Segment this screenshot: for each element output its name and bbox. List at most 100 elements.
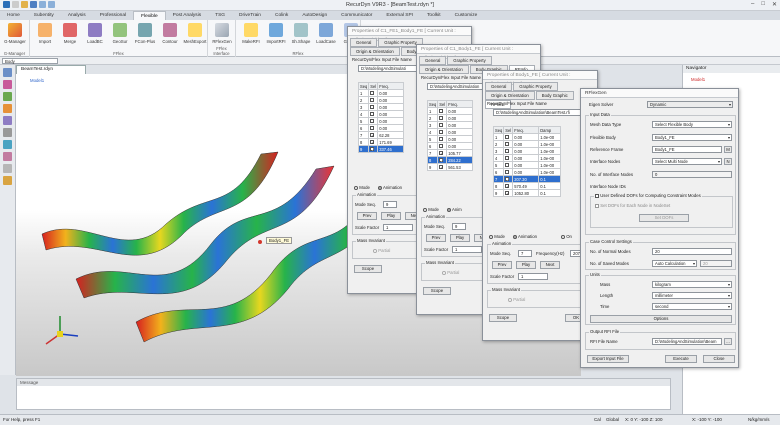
- mesh-type-select[interactable]: Select Flexible Body: [652, 121, 732, 128]
- scale-factor-field[interactable]: 1: [452, 246, 482, 253]
- set-dof-checkbox[interactable]: Set DOFs for Each Node in NodeSet: [595, 203, 670, 208]
- select-icon[interactable]: [3, 68, 12, 77]
- time-select[interactable]: second: [652, 303, 732, 310]
- sel-cell[interactable]: [503, 168, 514, 176]
- sel-checkbox[interactable]: [505, 135, 510, 140]
- mode-seq-field[interactable]: 9: [383, 201, 397, 208]
- table-row[interactable]: 5 0.00 1.0e-00: [492, 161, 562, 169]
- props3-mode-radio[interactable]: Mode: [489, 234, 505, 239]
- loadcase-button[interactable]: LoadCase: [314, 23, 338, 44]
- sel-checkbox[interactable]: ✓: [370, 133, 375, 138]
- sel-checkbox[interactable]: ✓: [439, 151, 444, 156]
- table-row[interactable]: 6 0.00: [426, 142, 474, 150]
- table-row[interactable]: 5 0.00: [426, 135, 474, 143]
- mode-seq-field[interactable]: 7: [518, 250, 532, 257]
- flexible-body-select[interactable]: Body1_FE: [652, 134, 732, 141]
- table-row[interactable]: 9 ✓ 561.53: [426, 163, 474, 171]
- prev-button[interactable]: Prev: [357, 212, 377, 220]
- options-button[interactable]: Options: [590, 315, 732, 323]
- sel-cell[interactable]: [368, 89, 379, 97]
- sel-checkbox[interactable]: [505, 163, 510, 168]
- length-select[interactable]: millimeter: [652, 292, 732, 299]
- sel-checkbox[interactable]: [370, 91, 375, 96]
- reference-frame-button[interactable]: M: [724, 146, 732, 153]
- scope-button[interactable]: Scope: [423, 287, 451, 295]
- sel-cell[interactable]: [368, 110, 379, 118]
- grid-icon[interactable]: [3, 164, 12, 173]
- props1-tab-0[interactable]: General: [350, 38, 378, 47]
- importrfi-button[interactable]: ImportRFI: [264, 23, 288, 44]
- table-row[interactable]: 8 ✓ 171.69: [357, 138, 405, 146]
- table-row[interactable]: 6 0.00 1.0e-00: [492, 168, 562, 176]
- sel-checkbox[interactable]: [370, 126, 375, 131]
- props3-tab-3[interactable]: Body Graphic: [535, 91, 574, 100]
- tab-flexible[interactable]: Flexible: [133, 11, 166, 20]
- sel-cell[interactable]: [368, 103, 379, 111]
- mode-seq-field[interactable]: 9: [452, 223, 466, 230]
- sel-cell[interactable]: ✓: [437, 149, 448, 157]
- gmanager-button[interactable]: G-Manager: [3, 23, 27, 44]
- props3-file-field[interactable]: D:\ModelingAndSimulation\BeamTest.rfi: [493, 109, 593, 116]
- close-icon[interactable]: ✕: [772, 1, 777, 8]
- play-button[interactable]: Play: [450, 234, 470, 242]
- sel-cell[interactable]: [437, 135, 448, 143]
- sel-cell[interactable]: [503, 133, 514, 141]
- props3-tab-0[interactable]: General: [485, 82, 513, 91]
- sel-checkbox[interactable]: [505, 156, 510, 161]
- table-row[interactable]: 1 0.00: [426, 107, 474, 115]
- sel-cell[interactable]: [437, 128, 448, 136]
- sel-cell[interactable]: [503, 147, 514, 155]
- table-row[interactable]: 2 0.00: [426, 114, 474, 122]
- prev-button[interactable]: Prev: [426, 234, 446, 242]
- sel-cell[interactable]: [437, 142, 448, 150]
- sel-cell[interactable]: ✓: [503, 189, 514, 197]
- table-row[interactable]: 4 0.00: [357, 110, 405, 118]
- scope-button[interactable]: Scope: [489, 314, 517, 322]
- sel-cell[interactable]: [437, 114, 448, 122]
- partial-radio[interactable]: Partial: [373, 248, 390, 253]
- table-row[interactable]: 2 0.00: [357, 96, 405, 104]
- sel-cell[interactable]: [437, 121, 448, 129]
- sel-cell[interactable]: [503, 154, 514, 162]
- user-dof-checkbox[interactable]: User Defined DOFs for Computing Constrai…: [594, 193, 702, 198]
- tab-autodesign[interactable]: AutoDesign: [295, 11, 334, 20]
- tab-home[interactable]: Home: [0, 11, 27, 20]
- table-row[interactable]: 3 0.00: [357, 103, 405, 111]
- props2-tab-0[interactable]: General: [419, 56, 447, 65]
- import-button[interactable]: Import: [33, 23, 57, 44]
- sel-checkbox[interactable]: [370, 119, 375, 124]
- table-row[interactable]: 3 0.00 1.0e-00: [492, 147, 562, 155]
- table-row[interactable]: 3 0.00: [426, 121, 474, 129]
- render-icon[interactable]: [3, 152, 12, 161]
- merge-button[interactable]: Merge: [58, 23, 82, 44]
- props2-anim-radio[interactable]: Anim: [447, 207, 462, 212]
- eigen-solver-select[interactable]: Dynamic: [647, 101, 733, 108]
- sel-checkbox[interactable]: [505, 170, 510, 175]
- interface-nodes-select[interactable]: Select Multi Node: [652, 158, 722, 165]
- props1-anim-radio[interactable]: Animation: [378, 185, 402, 190]
- normal-modes-field[interactable]: 20: [652, 248, 732, 255]
- sel-cell[interactable]: [503, 161, 514, 169]
- prev-button[interactable]: Prev: [492, 261, 512, 269]
- sel-cell[interactable]: [368, 117, 379, 125]
- tab-analysis[interactable]: Analysis: [61, 11, 93, 20]
- sel-cell[interactable]: ✓: [368, 145, 379, 153]
- sel-cell[interactable]: ✓: [437, 156, 448, 164]
- sel-cell[interactable]: ✓: [368, 138, 379, 146]
- props3-anim-radio[interactable]: Animation: [513, 234, 537, 239]
- play-button[interactable]: Play: [516, 261, 536, 269]
- scope-button[interactable]: Scope: [354, 265, 382, 273]
- sel-checkbox[interactable]: ✓: [505, 184, 510, 189]
- marker-icon[interactable]: [3, 176, 12, 185]
- sel-checkbox[interactable]: ✓: [505, 177, 510, 182]
- next-button[interactable]: Next: [540, 261, 560, 269]
- geosur-button[interactable]: GeoSur: [108, 23, 132, 44]
- sel-checkbox[interactable]: [439, 130, 444, 135]
- props3-tab-2[interactable]: Origin & Orientation: [485, 91, 535, 100]
- sel-checkbox[interactable]: [370, 112, 375, 117]
- sel-cell[interactable]: ✓: [503, 175, 514, 183]
- sel-checkbox[interactable]: [505, 149, 510, 154]
- meshexport-button[interactable]: MeshExport: [183, 23, 207, 44]
- props1-tab-2[interactable]: Origin & Orientation: [350, 47, 400, 56]
- partial-radio[interactable]: Partial: [508, 297, 525, 302]
